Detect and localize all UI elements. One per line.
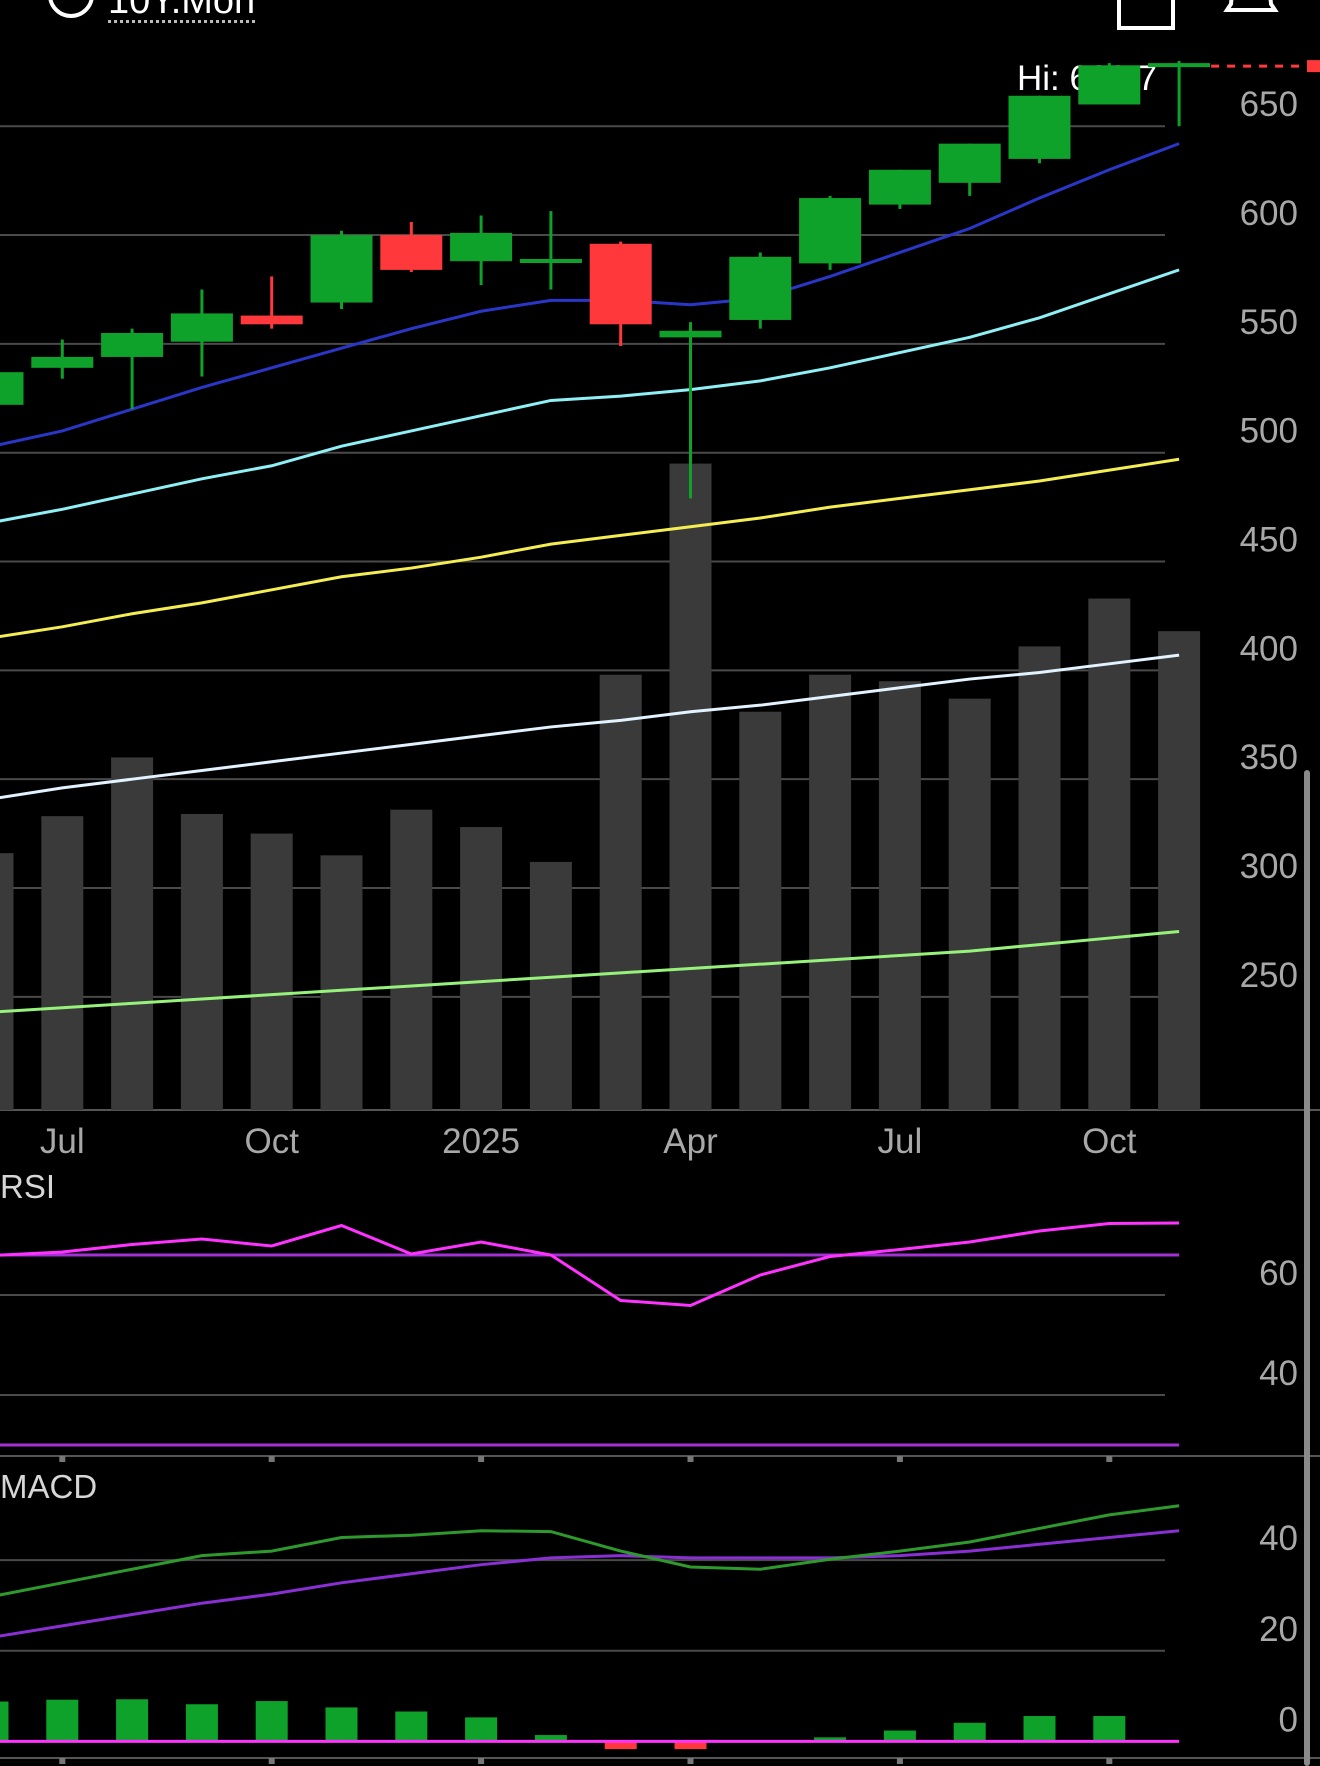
candle-body [1148, 63, 1211, 68]
sma-long3-line [0, 930, 1180, 1014]
candle-body [659, 330, 722, 338]
x-tick-label: Jul [40, 1122, 85, 1161]
volume-bar [320, 855, 363, 1110]
macd-histogram-bar [185, 1704, 218, 1742]
x-tick-mark [896, 1456, 903, 1462]
x-tick-mark [687, 1456, 694, 1462]
candle-body [380, 235, 443, 270]
y-tick-label: 0 [1279, 1700, 1298, 1739]
candle-body [868, 169, 931, 205]
volume-bar [1158, 631, 1201, 1110]
x-tick-label: Oct [244, 1122, 299, 1161]
macd-histogram-bar [0, 1701, 9, 1742]
x-tick-label: 2025 [442, 1122, 520, 1161]
x-tick-mark [896, 1758, 903, 1764]
sma-long1-line [0, 457, 1180, 639]
y-tick-label: 500 [1240, 412, 1298, 451]
volume-bar [390, 809, 433, 1110]
x-tick-mark [59, 1758, 66, 1764]
candle-body [519, 259, 582, 263]
candle-body [0, 372, 24, 405]
macd-histogram-bar [953, 1722, 986, 1742]
volume-bar [460, 827, 503, 1110]
macd-histogram-bar [1093, 1716, 1126, 1742]
volume-bar [1088, 598, 1131, 1110]
candle-body [101, 333, 164, 357]
x-tick-label: Jul [878, 1122, 923, 1161]
x-tick-mark [59, 1456, 66, 1462]
macd-histogram-bar [116, 1699, 149, 1742]
last-price-marker [1307, 60, 1320, 73]
x-tick-mark [687, 1758, 694, 1764]
y-tick-label: 20 [1259, 1610, 1298, 1649]
volume-bar [529, 861, 572, 1110]
candle-body [938, 143, 1001, 183]
sma-short-line [0, 142, 1180, 447]
candle-body [310, 235, 373, 303]
sma-long2-line [0, 653, 1180, 800]
macd-label: MACD [0, 1468, 97, 1505]
macd-histogram-bar [46, 1699, 79, 1742]
y-tick-label: 400 [1240, 629, 1298, 668]
macd-histogram-bar [255, 1701, 288, 1742]
macd-histogram-bar [395, 1711, 428, 1742]
volume-bar [250, 833, 293, 1110]
volume-bar [739, 711, 782, 1110]
y-tick-label: 450 [1240, 521, 1298, 560]
candle-body [1078, 65, 1141, 105]
x-tick-label: Apr [663, 1122, 718, 1161]
y-tick-label: 550 [1240, 303, 1298, 342]
y-tick-label: 250 [1240, 956, 1298, 995]
signal-line [0, 1529, 1180, 1638]
y-tick-label: 600 [1240, 194, 1298, 233]
y-tick-label: 40 [1259, 1519, 1298, 1558]
x-tick-mark [1106, 1758, 1113, 1764]
volume-bar [41, 816, 84, 1110]
chart-canvas[interactable]: Hi: 689.7 650600550500450400350300250Jul… [0, 0, 1320, 1766]
volume-bar [809, 674, 852, 1110]
macd-histogram-bar [465, 1717, 498, 1742]
y-tick-label: 650 [1240, 85, 1298, 124]
volume-bar [1018, 646, 1061, 1110]
candle-body [799, 198, 862, 264]
volume-bar [180, 814, 223, 1110]
volume-bar [948, 698, 991, 1110]
volume-bar [599, 674, 642, 1110]
y-tick-label: 40 [1259, 1354, 1298, 1393]
x-tick-mark [478, 1758, 485, 1764]
x-tick-mark [478, 1456, 485, 1462]
macd-histogram-bar [325, 1707, 358, 1742]
x-tick-mark [268, 1758, 275, 1764]
candle-body [240, 315, 303, 325]
candle-body [170, 313, 233, 342]
macd-histogram-bar [1023, 1716, 1056, 1742]
volume-bar [878, 681, 921, 1110]
vertical-scrollbar[interactable] [1304, 770, 1310, 1766]
macd-line [0, 1504, 1180, 1597]
candle-body [729, 256, 792, 320]
x-tick-label: Oct [1082, 1122, 1137, 1161]
candle-body [589, 243, 652, 325]
volume-bar [111, 757, 154, 1110]
y-tick-label: 350 [1240, 738, 1298, 777]
x-tick-mark [268, 1456, 275, 1462]
volume-bar [669, 463, 712, 1110]
rsi-line [0, 1221, 1180, 1308]
y-tick-label: 60 [1259, 1254, 1298, 1293]
candle-body [1008, 95, 1071, 159]
rsi-label: RSI [0, 1168, 55, 1205]
candle-body [450, 232, 513, 262]
x-tick-mark [1106, 1456, 1113, 1462]
volume-bar [0, 853, 14, 1110]
macd-histogram-bar [883, 1730, 916, 1742]
candle-body [31, 356, 94, 368]
y-tick-label: 300 [1240, 847, 1298, 886]
